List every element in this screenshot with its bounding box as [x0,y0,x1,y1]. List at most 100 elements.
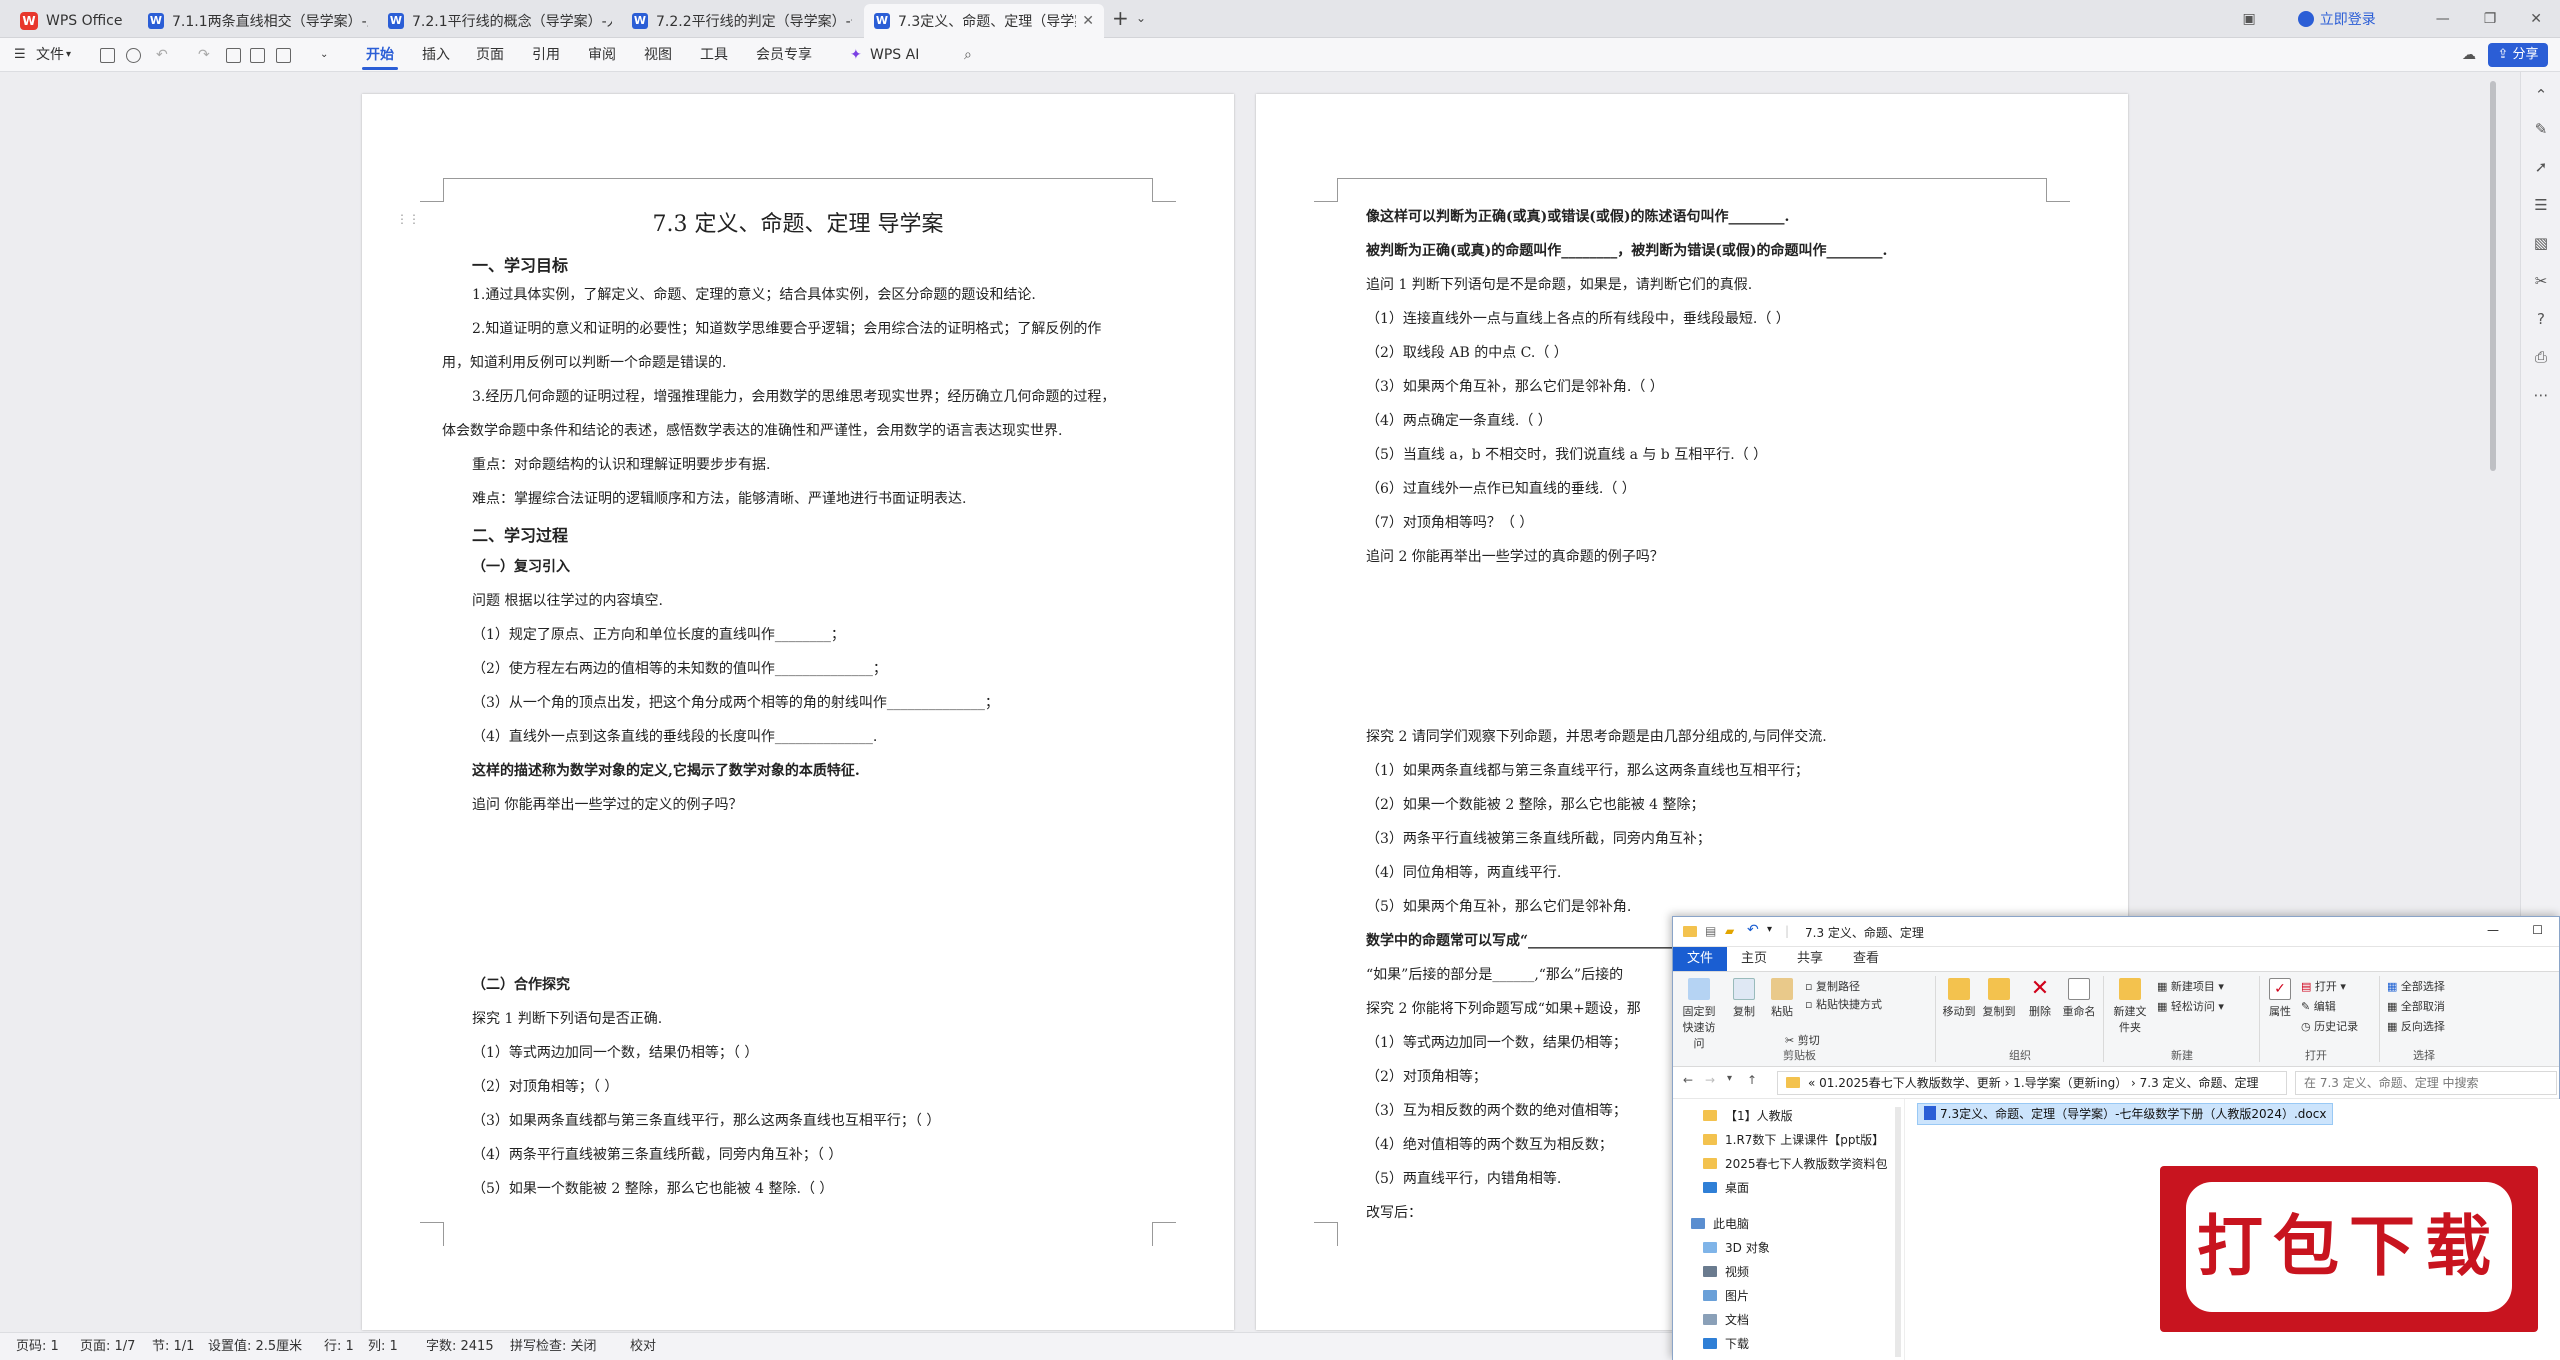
format-painter-icon[interactable] [276,48,291,63]
pointer-icon[interactable]: ➚ [2532,158,2550,176]
easy-access-button[interactable]: ▦ 轻松访问 ▾ [2157,998,2224,1014]
up-icon[interactable]: ↑ [1747,1073,1757,1087]
rename-button[interactable]: 重命名 [2061,978,2097,1019]
more-chevron-icon[interactable]: ⌄ [320,38,328,72]
menu-tab-page[interactable]: 页面 [476,38,504,72]
image-icon[interactable]: ▧ [2532,234,2550,252]
tab-doc-722[interactable]: W 7.2.2平行线的判定（导学案）-七年级 [622,4,862,38]
edit-button[interactable]: ✎ 编辑 [2301,998,2336,1014]
cut-button[interactable]: ✂ 剪切 [1785,1032,1820,1048]
ribbon-tab-view[interactable]: 查看 [1839,947,1893,971]
back-icon[interactable]: ← [1683,1073,1693,1087]
new-tab-button[interactable]: + [1112,6,1129,30]
search-icon[interactable]: ⌕ [964,38,972,72]
expand-panel-icon[interactable]: ⌃ [2532,86,2550,104]
invert-selection-button[interactable]: ▦ 反向选择 [2387,1018,2445,1034]
chevron-down-icon[interactable]: ▾ [66,38,71,72]
move-to-button[interactable]: 移动到 [1941,978,1977,1019]
pen-icon[interactable]: ✎ [2532,120,2550,138]
redo-icon[interactable]: ↷ [198,38,210,72]
share-button[interactable]: ⇪ 分享 [2488,43,2548,67]
address-bar[interactable]: « 01.2025春七下人教版数学、更新 › 1.导学案（更新ing） › 7.… [1777,1071,2287,1095]
drag-handle-icon[interactable]: ⋮⋮ [396,212,420,226]
nav-item[interactable]: 2025春七下人教版数学资料包 [1703,1153,1888,1175]
menu-tab-view[interactable]: 视图 [644,38,672,72]
search-input[interactable]: 在 7.3 定义、命题、定理 中搜索 [2295,1071,2557,1095]
nav-item-this-pc[interactable]: 此电脑 [1691,1213,1749,1235]
status-word-count[interactable]: 字数: 2415 [426,1333,494,1360]
new-folder-button[interactable]: 新建文件夹 [2109,978,2151,1035]
menu-file[interactable]: 文件 [36,38,64,72]
nav-item[interactable]: 【1】人教版 [1703,1105,1793,1127]
document-page-1[interactable]: 7.3 定义、命题、定理 导学案 一、学习目标 1.通过具体实例，了解定义、命题… [362,94,1234,1330]
nav-item[interactable]: 图片 [1703,1285,1749,1307]
status-proofread[interactable]: 校对 [630,1333,656,1360]
minimize-icon[interactable]: — [2436,11,2450,27]
nav-item[interactable]: 视频 [1703,1261,1749,1283]
menu-tab-review[interactable]: 审阅 [588,38,616,72]
nav-scrollbar[interactable] [1895,1107,1901,1357]
ribbon-tab-home[interactable]: 主页 [1727,947,1781,971]
menu-tab-start[interactable]: 开始 [362,38,398,72]
menu-tab-member[interactable]: 会员专享 [756,38,812,72]
delete-button[interactable]: ✕ 删除 [2025,978,2055,1019]
nav-item[interactable]: 文档 [1703,1309,1749,1331]
save-icon[interactable] [100,48,115,63]
customize-quick-icon[interactable]: ▾ [1767,924,1772,935]
forward-icon[interactable]: → [1705,1073,1715,1087]
status-setting[interactable]: 设置值: 2.5厘米 [208,1333,302,1360]
tab-doc-711[interactable]: W 7.1.1两条直线相交（导学案）-人教版 [138,4,378,38]
menu-tab-insert[interactable]: 插入 [422,38,450,72]
select-none-button[interactable]: ▦ 全部取消 [2387,998,2445,1014]
undo-quick-icon[interactable]: ↶ [1747,922,1759,938]
nav-item[interactable]: 1.R7数下 上课课件【ppt版】 [1703,1129,1884,1151]
menu-tab-references[interactable]: 引用 [532,38,560,72]
menu-tab-tools[interactable]: 工具 [700,38,728,72]
status-page-count[interactable]: 页面: 1/7 [80,1333,135,1360]
ribbon-tab-file[interactable]: 文件 [1673,947,1728,971]
scrollbar-thumb[interactable] [2490,81,2496,471]
nav-item-desktop[interactable]: 桌面 [1703,1177,1749,1199]
help-icon[interactable]: ? [2532,310,2550,328]
nav-item[interactable]: 3D 对象 [1703,1237,1770,1259]
undo-icon[interactable]: ↶ [156,38,168,72]
ribbon-tab-share[interactable]: 共享 [1783,947,1837,971]
properties-button[interactable]: ✓ 属性 [2265,978,2295,1019]
paste-button[interactable]: 粘贴 [1767,978,1797,1019]
cloud-sync-icon[interactable]: ☁ [2462,38,2476,72]
paste-shortcut-button[interactable]: ▫ 粘贴快捷方式 [1805,996,1882,1012]
tab-list-chevron-icon[interactable]: ⌄ [1136,11,1146,25]
tab-doc-73-active[interactable]: W 7.3定义、命题、定理（导学案） ✕ [864,4,1104,38]
menu-wps-ai[interactable]: WPS AI [870,38,919,72]
minimize-icon[interactable]: — [2487,923,2499,937]
history-button[interactable]: ◷ 历史记录 [2301,1018,2358,1034]
copy-to-button[interactable]: 复制到 [1981,978,2017,1019]
properties-quick-icon[interactable]: ▤ [1705,924,1716,938]
nav-item[interactable]: 下载 [1703,1333,1749,1355]
login-link[interactable]: 立即登录 [2320,9,2376,29]
new-folder-quick-icon[interactable]: ▰ [1725,924,1734,938]
restore-icon[interactable]: ❐ [2484,11,2497,27]
new-item-button[interactable]: ▦ 新建项目 ▾ [2157,978,2224,994]
export-pdf-icon[interactable] [250,48,265,63]
print-icon[interactable] [226,48,241,63]
copy-button[interactable]: 复制 [1729,978,1759,1019]
hamburger-icon[interactable]: ☰ [14,38,26,72]
status-spellcheck[interactable]: 拼写检查: 关闭 [510,1333,597,1360]
window-layout-icon[interactable]: ▣ [2242,11,2255,27]
open-button[interactable]: ▤ 打开 ▾ [2301,978,2346,994]
download-banner[interactable]: 打包下载 [2160,1166,2538,1332]
stamp-icon[interactable]: ⎙ [2532,348,2550,366]
recent-icon[interactable]: ▾ [1727,1073,1732,1084]
maximize-icon[interactable]: ☐ [2532,923,2543,937]
copy-path-button[interactable]: ▫ 复制路径 [1805,978,1860,994]
pin-quick-access-button[interactable]: 固定到快速访问 [1679,978,1719,1051]
tab-doc-721[interactable]: W 7.2.1平行线的概念（导学案）-人教版 [378,4,622,38]
close-tab-icon[interactable]: ✕ [1082,13,1094,29]
more-icon[interactable]: ⋯ [2532,386,2550,404]
search-doc-icon[interactable] [126,48,141,63]
tab-wps-home[interactable]: W WPS Office [10,4,138,38]
adjust-icon[interactable]: ☰ [2532,196,2550,214]
file-item-selected[interactable]: 7.3定义、命题、定理（导学案）-七年级数学下册（人教版2024）.docx [1917,1103,2334,1125]
select-all-button[interactable]: ▦ 全部选择 [2387,978,2445,994]
